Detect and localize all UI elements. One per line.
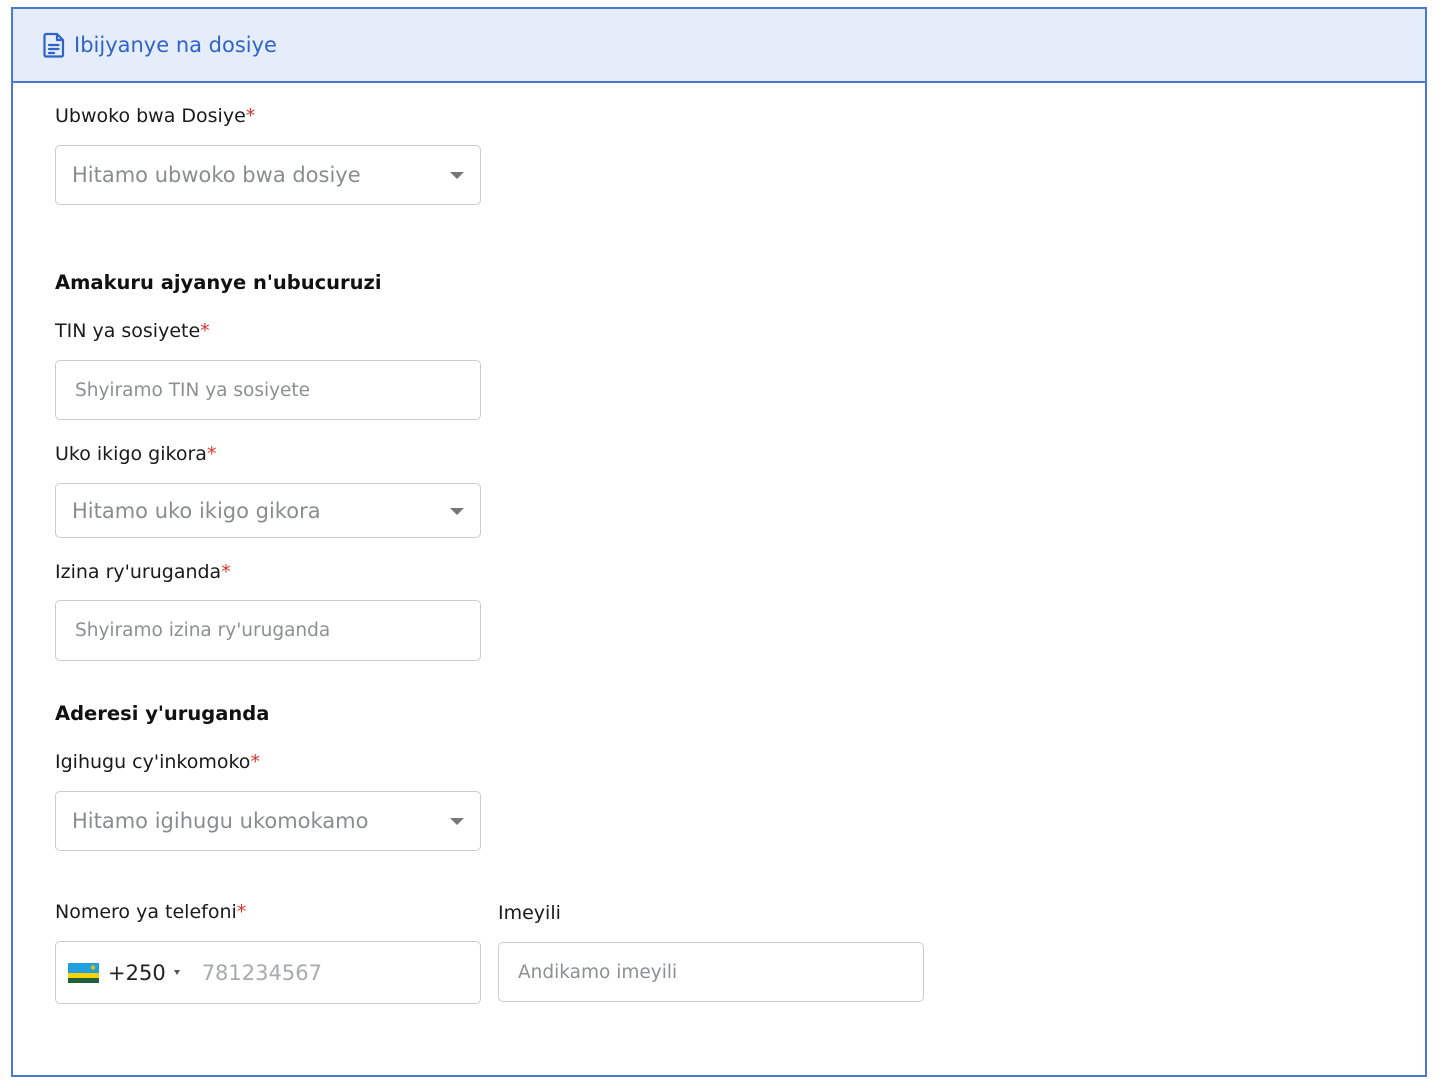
document-icon <box>42 32 66 58</box>
required-mark: * <box>250 751 260 773</box>
country-label: Igihugu cy'inkomoko* <box>55 751 260 773</box>
factory-name-label: Izina ry'uruganda* <box>55 561 231 583</box>
chevron-down-icon <box>450 818 464 825</box>
address-section-heading: Aderesi y'uruganda <box>55 702 270 725</box>
file-type-select[interactable]: Hitamo ubwoko bwa dosiye <box>55 145 481 205</box>
required-mark: * <box>236 901 247 923</box>
chevron-down-icon <box>450 172 464 179</box>
factory-name-placeholder: Shyiramo izina ry'uruganda <box>75 620 331 641</box>
required-mark: * <box>245 105 256 127</box>
company-type-placeholder: Hitamo uko ikigo gikora <box>72 498 321 523</box>
phone-input[interactable]: +250 781234567 <box>55 941 481 1004</box>
country-select[interactable]: Hitamo igihugu ukomokamo <box>55 791 481 851</box>
tin-label: TIN ya sosiyete* <box>55 320 210 342</box>
business-section-heading: Amakuru ajyanye n'ubucuruzi <box>55 271 382 294</box>
tin-label-text: TIN ya sosiyete <box>55 320 201 342</box>
file-type-placeholder: Hitamo ubwoko bwa dosiye <box>72 163 361 187</box>
country-label-text: Igihugu cy'inkomoko <box>55 751 251 773</box>
phone-placeholder: 781234567 <box>201 960 322 985</box>
file-type-label-text: Ubwoko bwa Dosiye <box>55 105 246 127</box>
card-header: Ibijyanye na dosiye <box>13 9 1425 83</box>
company-type-label: Uko ikigo gikora* <box>55 443 216 465</box>
country-code[interactable]: +250 <box>108 961 166 985</box>
email-label: Imeyili <box>498 902 561 924</box>
tin-placeholder: Shyiramo TIN ya sosiyete <box>75 379 311 401</box>
phone-label: Nomero ya telefoni* <box>55 901 246 923</box>
company-type-label-text: Uko ikigo gikora <box>55 443 207 465</box>
factory-name-input[interactable]: Shyiramo izina ry'uruganda <box>55 600 481 661</box>
required-mark: * <box>200 320 210 342</box>
required-mark: * <box>206 443 217 465</box>
factory-name-label-text: Izina ry'uruganda <box>55 561 222 583</box>
chevron-down-icon <box>450 507 464 515</box>
company-type-select[interactable]: Hitamo uko ikigo gikora <box>55 483 481 538</box>
email-placeholder: Andikamo imeyili <box>518 961 678 983</box>
tin-input[interactable]: Shyiramo TIN ya sosiyete <box>55 360 481 420</box>
caret-down-icon[interactable] <box>173 970 180 975</box>
country-placeholder: Hitamo igihugu ukomokamo <box>72 809 369 833</box>
email-input[interactable]: Andikamo imeyili <box>498 942 924 1002</box>
file-type-label: Ubwoko bwa Dosiye* <box>55 105 255 127</box>
card-title: Ibijyanye na dosiye <box>74 33 277 57</box>
required-mark: * <box>221 561 231 583</box>
phone-label-text: Nomero ya telefoni <box>55 901 237 923</box>
rwanda-flag-icon[interactable] <box>68 962 99 983</box>
